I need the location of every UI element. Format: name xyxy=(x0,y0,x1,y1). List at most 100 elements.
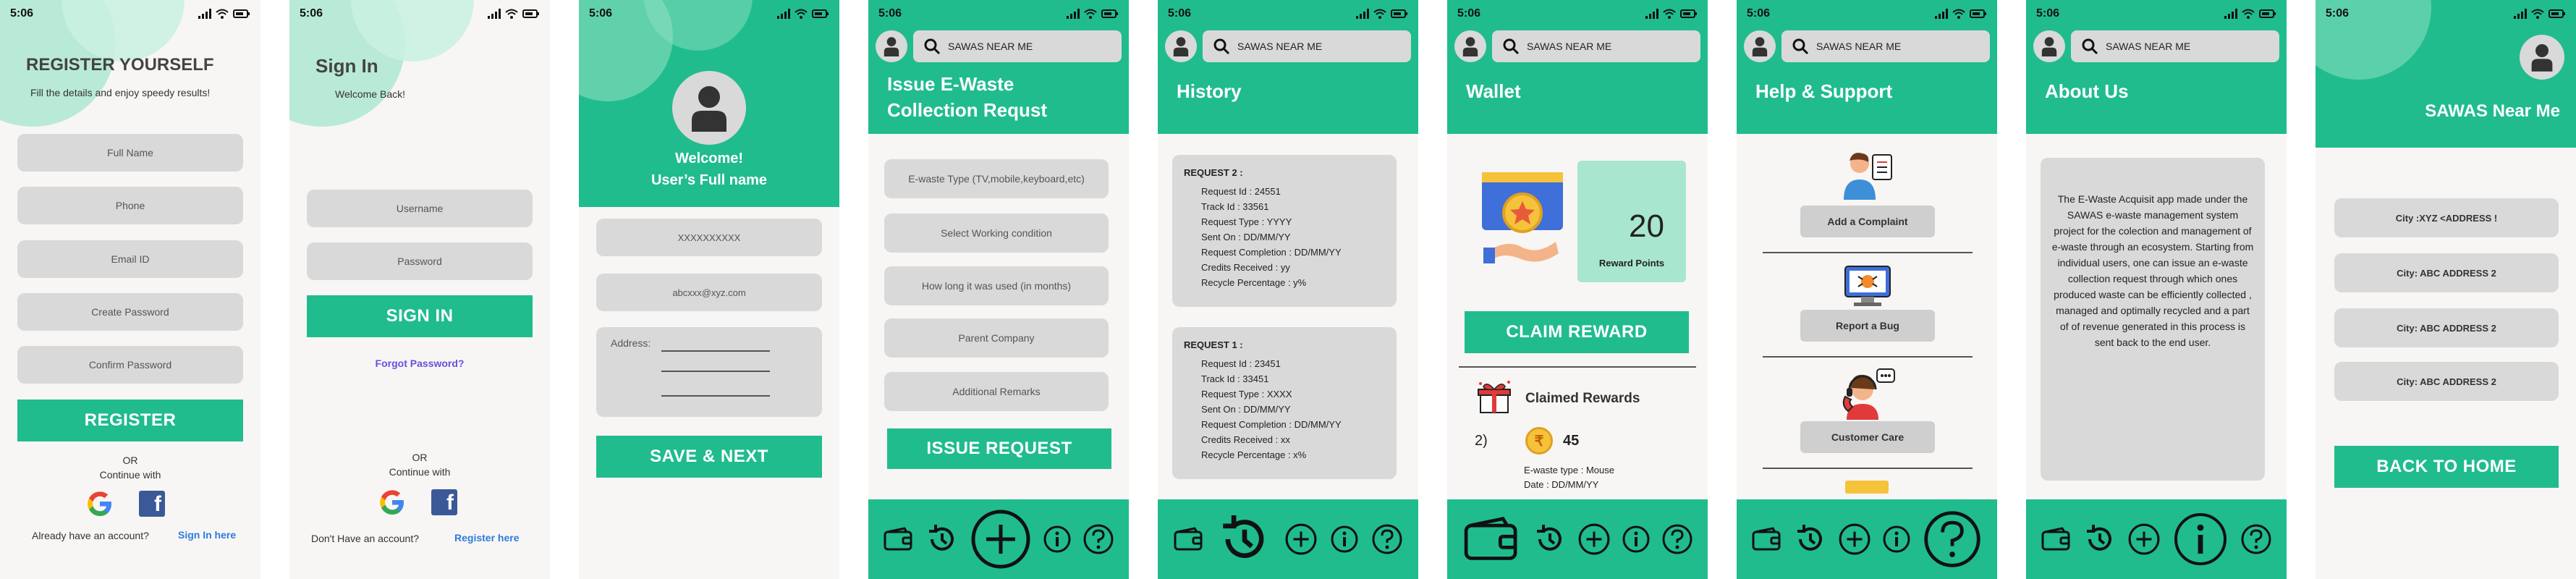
page-title: History xyxy=(1177,80,1242,102)
page-title: SAWAS Near Me xyxy=(2425,101,2560,121)
battery-icon xyxy=(2549,9,2565,18)
address-field[interactable]: Address: xyxy=(596,327,822,417)
history-icon[interactable] xyxy=(1533,523,1567,556)
ewaste-type-field[interactable]: E-waste Type (TV,mobile,keyboard,etc) xyxy=(884,159,1109,198)
issue-request-button[interactable]: ISSUE REQUEST xyxy=(887,428,1111,469)
facebook-icon[interactable]: f xyxy=(431,489,457,515)
city-item[interactable]: City :XYZ <ADDRESS ! xyxy=(2334,198,2559,237)
add-request-icon[interactable] xyxy=(970,509,1031,570)
add-complaint-button[interactable]: Add a Complaint xyxy=(1800,206,1935,237)
avatar[interactable] xyxy=(1454,30,1486,62)
phone-field[interactable]: XXXXXXXXXX xyxy=(596,219,822,256)
history-icon[interactable] xyxy=(1794,523,1827,556)
history-screen: 5:06 SAWAS NEAR ME History REQUEST 2 : R… xyxy=(1158,0,1418,579)
avatar[interactable] xyxy=(1165,30,1197,62)
register-button[interactable]: REGISTER xyxy=(17,400,243,441)
sign-in-link[interactable]: Sign In here xyxy=(178,529,236,541)
wallet-icon[interactable] xyxy=(2041,526,2072,552)
status-time: 5:06 xyxy=(2036,7,2060,20)
confirm-password-field[interactable]: Confirm Password xyxy=(17,346,243,384)
wallet-icon[interactable] xyxy=(1462,515,1522,564)
city-item[interactable]: City: ABC ADDRESS 2 xyxy=(2334,362,2559,401)
search-input[interactable]: SAWAS NEAR ME xyxy=(2071,30,2279,62)
request-line: Recycle Percentage : x% xyxy=(1201,449,1307,460)
reward-points-card: 20 Reward Points xyxy=(1577,161,1686,282)
add-request-icon[interactable] xyxy=(1285,523,1317,555)
city-item[interactable]: City: ABC ADDRESS 2 xyxy=(2334,253,2559,292)
facebook-icon[interactable]: f xyxy=(139,491,165,517)
complaint-icon xyxy=(1839,148,1894,206)
wifi-icon xyxy=(1084,9,1097,19)
search-input[interactable]: SAWAS NEAR ME xyxy=(913,30,1122,62)
search-input[interactable]: SAWAS NEAR ME xyxy=(1203,30,1411,62)
profile-screen: 5:06 Welcome! User’s Full name XXXXXXXXX… xyxy=(579,0,839,579)
create-password-field[interactable]: Create Password xyxy=(17,293,243,331)
status-time: 5:06 xyxy=(589,7,613,20)
add-request-icon[interactable] xyxy=(1578,523,1610,555)
avatar[interactable] xyxy=(2520,35,2564,80)
google-icon[interactable] xyxy=(85,489,114,522)
help-icon[interactable] xyxy=(2240,523,2272,555)
request-line: Request Type : YYYY xyxy=(1201,216,1292,227)
account-prompt: Already have an account? xyxy=(32,530,149,541)
help-icon[interactable] xyxy=(1371,523,1403,555)
password-field[interactable]: Password xyxy=(307,242,533,280)
wallet-icon[interactable] xyxy=(1173,526,1205,552)
username-field[interactable]: Username xyxy=(307,190,533,227)
app-screens: 5:06 REGISTER YOURSELF Fill the details … xyxy=(0,0,2576,579)
info-icon[interactable] xyxy=(1622,525,1651,554)
info-icon[interactable] xyxy=(2172,510,2229,568)
usage-duration-field[interactable]: How long it was used (in months) xyxy=(884,266,1109,305)
history-icon[interactable] xyxy=(2083,523,2117,556)
search-icon xyxy=(924,38,941,55)
user-icon xyxy=(1462,37,1478,56)
phone-field[interactable]: Phone xyxy=(17,187,243,224)
help-icon[interactable] xyxy=(1661,523,1693,555)
back-to-home-button[interactable]: BACK TO HOME xyxy=(2334,446,2559,488)
info-icon[interactable] xyxy=(1330,525,1359,554)
wallet-icon[interactable] xyxy=(1751,526,1783,552)
request-line: Request Id : 23451 xyxy=(1201,358,1281,369)
additional-remarks-field[interactable]: Additional Remarks xyxy=(884,372,1109,411)
add-request-icon[interactable] xyxy=(1839,523,1870,555)
help-icon[interactable] xyxy=(1082,523,1114,555)
report-bug-button[interactable]: Report a Bug xyxy=(1800,310,1935,342)
avatar[interactable] xyxy=(672,71,746,145)
page-subtitle: Fill the details and enjoy speedy result… xyxy=(30,87,211,98)
history-icon[interactable] xyxy=(1217,512,1272,567)
avatar[interactable] xyxy=(2033,30,2065,62)
request-card[interactable]: REQUEST 2 : Request Id : 24551 Track Id … xyxy=(1172,155,1397,307)
parent-company-field[interactable]: Parent Company xyxy=(884,318,1109,358)
help-icon[interactable] xyxy=(1922,509,1983,570)
info-icon[interactable] xyxy=(1043,525,1072,554)
avatar[interactable] xyxy=(1744,30,1776,62)
register-link[interactable]: Register here xyxy=(454,532,519,544)
wallet-icon[interactable] xyxy=(883,526,915,552)
status-bar: 5:06 xyxy=(2026,0,2287,28)
status-icons xyxy=(1935,9,1987,19)
bug-report-icon xyxy=(1842,263,1893,313)
forgot-password-link[interactable]: Forgot Password? xyxy=(289,358,550,369)
email-field[interactable]: Email ID xyxy=(17,240,243,278)
customer-care-icon xyxy=(1841,368,1896,423)
city-item[interactable]: City: ABC ADDRESS 2 xyxy=(2334,308,2559,347)
info-icon[interactable] xyxy=(1882,525,1911,554)
sign-in-button[interactable]: SIGN IN xyxy=(307,295,533,337)
avatar[interactable] xyxy=(876,30,907,62)
save-next-button[interactable]: SAVE & NEXT xyxy=(596,436,822,478)
request-card[interactable]: REQUEST 1 : Request Id : 23451 Track Id … xyxy=(1172,327,1397,479)
battery-icon xyxy=(1101,9,1118,18)
google-icon[interactable] xyxy=(378,488,407,520)
claim-reward-button[interactable]: CLAIM REWARD xyxy=(1465,311,1689,353)
customer-care-button[interactable]: Customer Care xyxy=(1800,421,1935,453)
wifi-icon xyxy=(216,9,229,19)
email-field[interactable]: abcxxx@xyz.com xyxy=(596,274,822,311)
add-request-icon[interactable] xyxy=(2128,523,2160,555)
search-input[interactable]: SAWAS NEAR ME xyxy=(1492,30,1700,62)
signal-icon xyxy=(2514,9,2527,19)
page-title: Sign In xyxy=(315,55,378,77)
search-input[interactable]: SAWAS NEAR ME xyxy=(1781,30,1990,62)
full-name-field[interactable]: Full Name xyxy=(17,134,243,172)
history-icon[interactable] xyxy=(925,523,959,556)
working-condition-field[interactable]: Select Working condition xyxy=(884,214,1109,253)
